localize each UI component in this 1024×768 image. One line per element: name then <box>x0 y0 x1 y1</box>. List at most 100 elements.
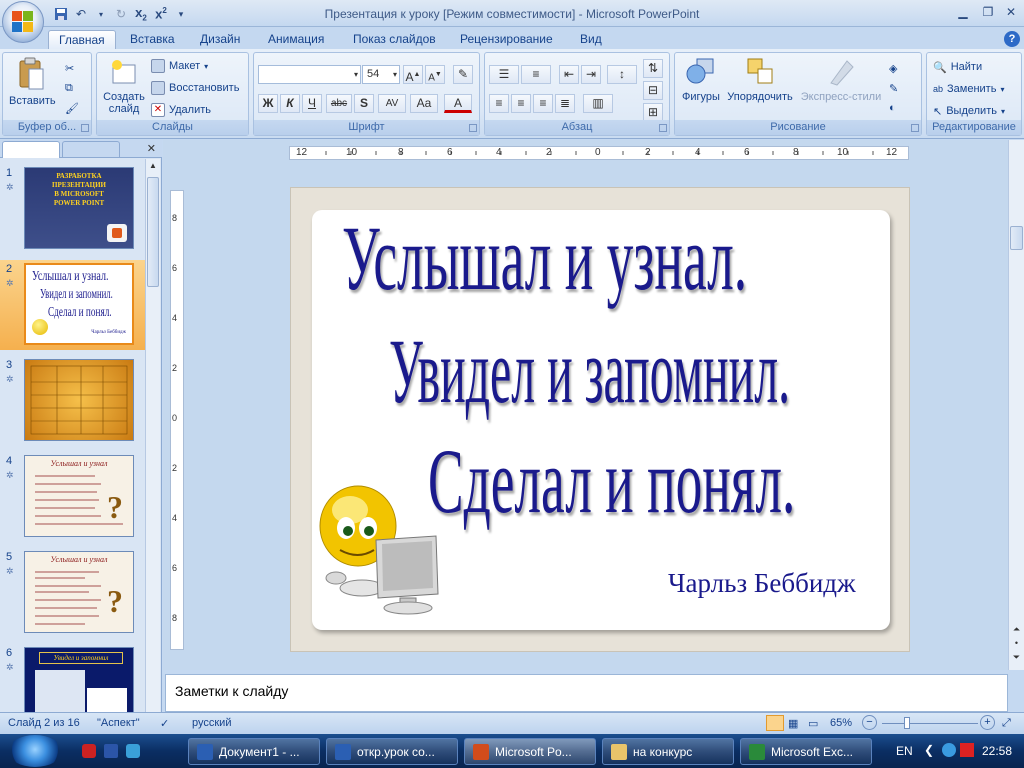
find-button[interactable]: 🔍 Найти <box>933 58 982 76</box>
paste-button[interactable]: Вставить <box>9 57 56 107</box>
minimize-button[interactable]: ▁ <box>950 2 976 22</box>
thumbnail-row[interactable]: 4 ✲ Услышал и узнал ? <box>0 452 145 542</box>
align-right-icon[interactable]: ≡ <box>533 94 553 113</box>
zoom-level[interactable]: 65% <box>830 717 852 729</box>
fit-to-window-icon[interactable]: ⤢ <box>1002 717 1011 730</box>
next-slide-icon[interactable]: ⏷ <box>1010 652 1023 663</box>
notes-placeholder[interactable]: Заметки к слайду <box>175 683 288 699</box>
align-text-icon[interactable]: ⊟ <box>643 81 663 100</box>
new-slide-button[interactable]: Создать слайд <box>99 57 149 115</box>
thumbnail-row[interactable]: 6 ✲ Увидел и запомнил <box>0 644 145 712</box>
input-language[interactable]: EN <box>896 744 913 758</box>
font-color-button[interactable]: A <box>444 94 472 113</box>
slide-thumbnail[interactable]: Увидел и запомнил <box>24 647 134 712</box>
prev-slide-icon[interactable]: ⏶ <box>1010 624 1023 635</box>
close-button[interactable]: ✕ <box>998 2 1024 22</box>
tab-outline[interactable] <box>62 141 120 158</box>
dialog-launcher-icon[interactable] <box>659 124 667 132</box>
slideshow-view-icon[interactable]: ▭ <box>808 717 818 730</box>
taskbar-button-folder[interactable]: на конкурс <box>602 738 734 765</box>
align-center-icon[interactable]: ≡ <box>511 94 531 113</box>
select-browse-icon[interactable]: • <box>1010 638 1023 648</box>
thumbnail-row-selected[interactable]: 2 ✲ Услышал и узнал. Увидел и запомнил. … <box>0 260 145 350</box>
dialog-launcher-icon[interactable] <box>469 124 477 132</box>
select-button[interactable]: ↖ Выделить ▾ <box>933 102 1005 120</box>
dialog-launcher-icon[interactable] <box>911 124 919 132</box>
scroll-thumb[interactable] <box>147 177 159 287</box>
fill-icon[interactable]: ◈ <box>889 59 897 77</box>
bold-button[interactable]: Ж <box>258 94 278 113</box>
dialog-launcher-icon[interactable] <box>81 124 89 132</box>
shadow-button[interactable]: S <box>354 94 374 113</box>
editor-scrollbar[interactable]: ⏶ • ⏷ <box>1008 140 1024 670</box>
underline-button[interactable]: Ч <box>302 94 322 113</box>
show-desktop-icon[interactable] <box>104 744 118 758</box>
help-icon[interactable]: ? <box>1004 31 1020 47</box>
strikethrough-button[interactable]: abc <box>326 94 352 113</box>
thumbnail-row[interactable]: 1 ✲ РАЗРАБОТКА ПРЕЗЕНТАЦИИ В MICROSOFT P… <box>0 164 145 254</box>
language-indicator[interactable]: русский <box>192 717 231 729</box>
thumbnail-row[interactable]: 5 ✲ Услышал и узнал ? <box>0 548 145 638</box>
font-name-combo[interactable]: ▾ <box>258 65 361 84</box>
quicklaunch-app-icon[interactable] <box>126 744 140 758</box>
slide-text-line-2[interactable]: Увидел и запомнил. <box>389 318 790 424</box>
slide-thumbnail[interactable]: Услышал и узнал. Увидел и запомнил. Сдел… <box>24 263 134 345</box>
taskbar-button-word-2[interactable]: откр.урок со... <box>326 738 458 765</box>
font-size-combo[interactable]: 54 ▾ <box>362 65 400 84</box>
notes-pane[interactable]: Заметки к слайду <box>165 674 1008 712</box>
taskbar-button-word[interactable]: Документ1 - ... <box>188 738 320 765</box>
start-button[interactable] <box>8 735 62 767</box>
format-painter-icon[interactable]: 🖌 <box>65 99 79 117</box>
grow-font-button[interactable]: A▲ <box>403 65 423 84</box>
thumbnail-row[interactable]: 3 ✲ <box>0 356 145 446</box>
tab-insert[interactable]: Вставка <box>120 30 185 49</box>
copy-icon[interactable]: ⧉ <box>65 79 73 97</box>
tab-home[interactable]: Главная <box>48 30 116 49</box>
replace-button[interactable]: ab Заменить ▾ <box>933 80 1004 98</box>
office-button[interactable] <box>2 1 44 43</box>
tab-slideshow[interactable]: Показ слайдов <box>343 30 446 49</box>
network-icon[interactable] <box>942 743 956 757</box>
tab-animation[interactable]: Анимация <box>258 30 334 49</box>
layout-button[interactable]: Макет ▾ <box>151 57 208 75</box>
slide-thumbnail[interactable]: РАЗРАБОТКА ПРЕЗЕНТАЦИИ В MICROSOFT POWER… <box>24 167 134 249</box>
quick-styles-button[interactable]: Экспресс-стили <box>799 57 883 103</box>
outline-icon[interactable]: ✎ <box>889 79 898 97</box>
zoom-slider-track[interactable] <box>882 723 978 724</box>
char-spacing-button[interactable]: AV <box>378 94 406 113</box>
shrink-font-button[interactable]: A▼ <box>425 65 445 84</box>
bullets-icon[interactable]: ☰ <box>489 65 519 84</box>
columns-icon[interactable]: ▥ <box>583 94 613 113</box>
antivirus-icon[interactable] <box>960 743 974 757</box>
normal-view-button[interactable] <box>766 715 784 731</box>
scroll-thumb[interactable] <box>1010 226 1023 250</box>
panel-scrollbar[interactable]: ▲ <box>145 159 160 712</box>
zoom-out-icon[interactable]: − <box>862 715 877 730</box>
slide-text-line-3[interactable]: Сделал и понял. <box>428 428 795 534</box>
quicklaunch-app-icon[interactable] <box>82 744 96 758</box>
slide-author[interactable]: Чарльз Беббидж <box>668 568 856 599</box>
justify-icon[interactable]: ≣ <box>555 94 575 113</box>
increase-indent-icon[interactable]: ⇥ <box>581 65 601 84</box>
effects-icon[interactable]: ◐ <box>889 99 896 117</box>
italic-button[interactable]: К <box>280 94 300 113</box>
slide-thumbnail[interactable]: Услышал и узнал ? <box>24 455 134 537</box>
close-icon[interactable]: ✕ <box>147 142 156 155</box>
text-direction-icon[interactable]: ⇅ <box>643 59 663 78</box>
change-case-button[interactable]: Aa <box>410 94 438 113</box>
spellcheck-icon[interactable]: ✓ <box>160 717 169 730</box>
clock[interactable]: 22:58 <box>982 744 1012 758</box>
chevron-left-icon[interactable]: ❮ <box>924 743 934 757</box>
scroll-up-icon[interactable]: ▲ <box>147 161 159 173</box>
slide-text-line-1[interactable]: Услышал и узнал. <box>342 205 747 311</box>
slide-thumbnail[interactable] <box>24 359 134 441</box>
clear-format-icon[interactable]: ✎ <box>453 65 473 84</box>
line-spacing-icon[interactable]: ↕ <box>607 65 637 84</box>
shapes-button[interactable]: Фигуры <box>679 57 723 103</box>
tab-slides-thumbnails[interactable] <box>2 141 60 158</box>
cut-icon[interactable]: ✂ <box>65 59 74 77</box>
taskbar-button-powerpoint[interactable]: Microsoft Po... <box>464 738 596 765</box>
smiley-computer-icon[interactable] <box>318 478 446 618</box>
taskbar-button-excel[interactable]: Microsoft Exc... <box>740 738 872 765</box>
zoom-in-icon[interactable]: + <box>980 715 995 730</box>
